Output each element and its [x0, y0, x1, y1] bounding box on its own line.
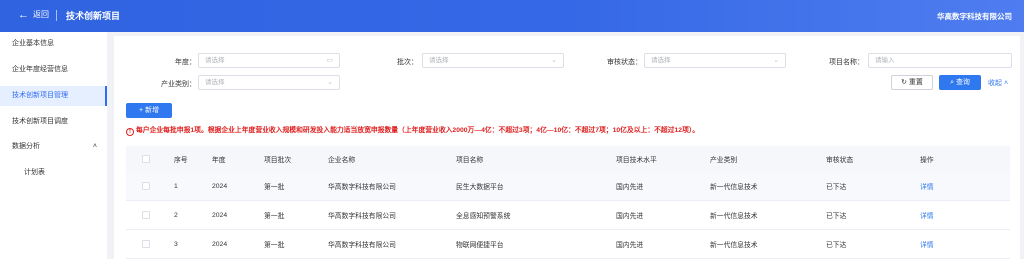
column-header: 项目批次: [264, 157, 292, 164]
cell-level: 国内先进: [616, 184, 644, 191]
back-label: 返回: [33, 10, 49, 19]
notice-content: 每户企业每批申报1项。根据企业上年度营业收入规模和研发投入能力适当放宽申报数量（…: [136, 127, 700, 134]
cell-level: 国内先进: [616, 242, 644, 249]
cell-level: 国内先进: [616, 213, 644, 220]
cell-index: 1: [174, 182, 178, 190]
sidebar-item-label: 企业基本信息: [12, 40, 54, 47]
reset-label: 重置: [908, 79, 923, 86]
header-divider: [56, 10, 57, 21]
cell-company: 华高数字科技有限公司: [328, 184, 396, 191]
status-placeholder: 请选择: [651, 57, 671, 64]
cell-industry: 新一代信息技术: [710, 242, 758, 249]
arrow-left-icon: ←: [18, 8, 29, 21]
column-header: 产业类别: [710, 157, 738, 164]
sidebar-item-plan-table[interactable]: 计划表: [0, 163, 107, 183]
sidebar-item-innovation-scheduling[interactable]: 技术创新项目调度: [0, 112, 107, 132]
chevron-down-icon: ⌄: [551, 57, 557, 64]
column-header: 项目名称: [456, 157, 484, 164]
status-select[interactable]: 请选择 ⌄: [644, 53, 786, 68]
sidebar-item-label: 计划表: [24, 169, 45, 176]
page-title: 技术创新项目: [66, 11, 121, 21]
status-label: 审核状态：: [607, 59, 642, 66]
back-button[interactable]: ← 返回: [18, 9, 49, 20]
table-row: 1 2024 第一批 华高数字科技有限公司 民生大数据平台 国内先进 新一代信息…: [126, 172, 1010, 201]
row-checkbox[interactable]: [142, 172, 150, 200]
name-placeholder: 请输入: [875, 57, 895, 64]
detail-link[interactable]: 详情: [920, 172, 934, 200]
company-name: 华高数字科技有限公司: [937, 12, 1012, 21]
add-label: 新增: [145, 107, 160, 114]
year-label: 年度：: [175, 59, 196, 66]
sidebar-item-company-info[interactable]: 企业基本信息: [0, 34, 107, 54]
select-all-checkbox[interactable]: [142, 146, 150, 172]
cell-year: 2024: [212, 211, 228, 219]
cell-index: 3: [174, 240, 178, 248]
column-header: 企业名称: [328, 157, 356, 164]
sidebar-item-data-analysis[interactable]: 数据分析 ˄: [0, 137, 107, 157]
column-header: 序号: [174, 157, 188, 164]
cell-batch: 第一批: [264, 242, 285, 249]
sidebar-item-label: 企业年度经营信息: [12, 66, 68, 73]
calendar-icon: ▭: [326, 57, 333, 64]
cell-batch: 第一批: [264, 213, 285, 220]
year-select[interactable]: 请选择 ▭: [198, 53, 340, 68]
sidebar-item-label: 技术创新项目调度: [12, 118, 68, 125]
cell-status: 已下达: [826, 213, 847, 220]
search-label: 查询: [955, 79, 970, 86]
cell-status: 已下达: [826, 242, 847, 249]
sidebar-item-label: 数据分析: [12, 143, 40, 150]
cell-company: 华高数字科技有限公司: [328, 242, 396, 249]
sidebar-item-innovation-management[interactable]: 技术创新项目管理: [0, 86, 107, 106]
sidebar: 企业基本信息 企业年度经营信息 技术创新项目管理 技术创新项目调度 数据分析 ˄…: [0, 32, 107, 259]
chevron-down-icon: ⌄: [773, 57, 779, 64]
column-header: 操作: [920, 157, 934, 164]
notice-text: ! 每户企业每批申报1项。根据企业上年度营业收入规模和研发投入能力适当放宽申报数量…: [126, 124, 699, 136]
year-placeholder: 请选择: [205, 57, 225, 64]
sidebar-item-annual-operation[interactable]: 企业年度经营信息: [0, 60, 107, 80]
cell-industry: 新一代信息技术: [710, 184, 758, 191]
name-label: 项目名称：: [829, 59, 864, 66]
project-name-input[interactable]: 请输入: [868, 53, 1012, 68]
chevron-down-icon: ⌄: [327, 79, 333, 86]
batch-label: 批次：: [397, 59, 418, 66]
chevron-up-icon: ˄: [92, 143, 97, 150]
detail-link[interactable]: 详情: [920, 201, 934, 229]
cell-index: 2: [174, 211, 178, 219]
cell-project: 民生大数据平台: [456, 184, 504, 191]
add-button[interactable]: + 新增: [126, 103, 172, 118]
reset-button[interactable]: ↻ 重置: [891, 75, 933, 90]
industry-label: 产业类别：: [161, 81, 196, 88]
chevron-up-icon: ˄: [1003, 80, 1009, 87]
batch-select[interactable]: 请选择 ⌄: [422, 53, 564, 68]
search-button[interactable]: ⌕ 查询: [939, 75, 981, 90]
collapse-label: 收起: [988, 80, 1002, 87]
collapse-button[interactable]: 收起 ˄: [988, 78, 1008, 88]
table-row: 3 2024 第一批 华高数字科技有限公司 物联网便捷平台 国内先进 新一代信息…: [126, 230, 1010, 259]
cell-status: 已下达: [826, 184, 847, 191]
table-row: 2 2024 第一批 华高数字科技有限公司 全息感知预警系统 国内先进 新一代信…: [126, 201, 1010, 230]
main-content: 年度： 请选择 ▭ 批次： 请选择 ⌄ 审核状态： 请选择 ⌄ 项目名称： 请输…: [114, 36, 1020, 259]
alert-circle-icon: !: [126, 128, 134, 136]
column-header: 年度: [212, 157, 226, 164]
row-checkbox[interactable]: [142, 230, 150, 258]
sidebar-item-label: 技术创新项目管理: [12, 92, 68, 99]
industry-placeholder: 请选择: [205, 79, 225, 86]
cell-project: 全息感知预警系统: [456, 213, 511, 220]
cell-industry: 新一代信息技术: [710, 213, 758, 220]
top-header: ← 返回 技术创新项目 华高数字科技有限公司: [0, 0, 1024, 32]
cell-project: 物联网便捷平台: [456, 242, 504, 249]
row-checkbox[interactable]: [142, 201, 150, 229]
column-header: 审核状态: [826, 157, 854, 164]
cell-year: 2024: [212, 240, 228, 248]
column-header: 项目技术水平: [616, 157, 657, 164]
industry-select[interactable]: 请选择 ⌄: [198, 75, 340, 90]
batch-placeholder: 请选择: [429, 57, 449, 64]
refresh-icon: ↻: [901, 79, 909, 86]
cell-year: 2024: [212, 182, 228, 190]
detail-link[interactable]: 详情: [920, 230, 934, 258]
cell-batch: 第一批: [264, 184, 285, 191]
table-header: 序号 年度 项目批次 企业名称 项目名称 项目技术水平 产业类别 审核状态 操作: [126, 146, 1010, 172]
cell-company: 华高数字科技有限公司: [328, 213, 396, 220]
